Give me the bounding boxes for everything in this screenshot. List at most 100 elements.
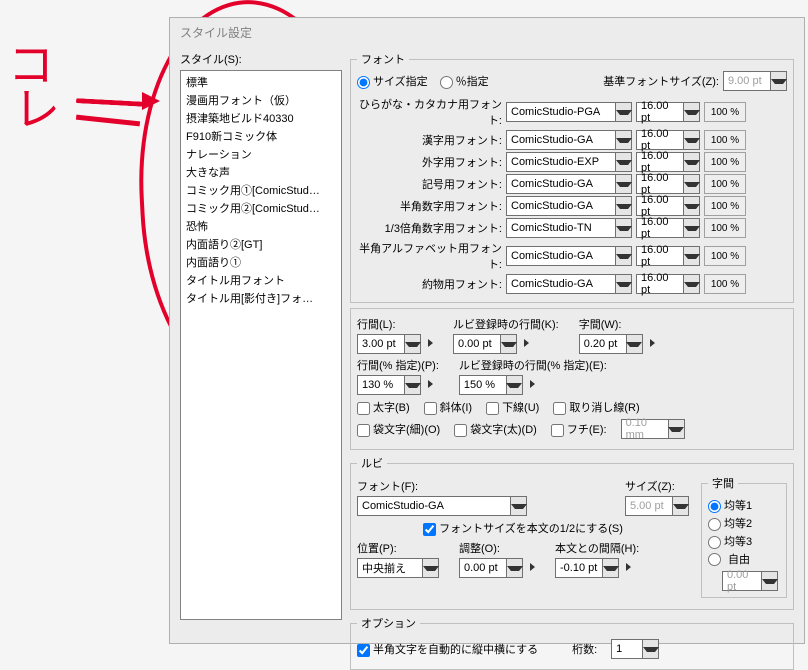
ruby-half-checkbox[interactable]: フォントサイズを本文の1/2にする(S) — [423, 523, 623, 535]
ruby-gap-label: 本文との間隔(H): — [555, 540, 639, 556]
ruby-font-combo[interactable]: ComicStudio-GA — [357, 496, 527, 516]
font-pct-box[interactable]: 100 % — [704, 246, 746, 266]
font-row: 半角アルファベット用フォント:ComicStudio-GA16.00 pt100… — [357, 240, 787, 272]
option-group: オプション 半角文字を自動的に縦中横にする 桁数: 1 — [350, 615, 794, 670]
line-pct-label: 行間(% 指定)(P): — [357, 357, 439, 373]
style-list-item[interactable]: コミック用①[ComicStud… — [183, 181, 339, 199]
ruby-pos-label: 位置(P): — [357, 540, 439, 556]
ruby-jikan-group: 字間 均等1 均等2 均等3 自由 0.00 pt — [701, 475, 787, 598]
digits-combo[interactable]: 1 — [611, 639, 659, 659]
font-row-label: 半角数字用フォント: — [357, 198, 502, 214]
style-list-item[interactable]: 漫画用フォント（仮） — [183, 91, 339, 109]
font-name-combo[interactable]: ComicStudio-GA — [506, 246, 632, 266]
font-row-label: 漢字用フォント: — [357, 132, 502, 148]
radio-kintou2[interactable]: 均等2 — [708, 515, 780, 531]
font-row: 約物用フォント:ComicStudio-GA16.00 pt100 % — [357, 274, 787, 294]
style-list-item[interactable]: 内面語り②[GT] — [183, 235, 339, 253]
base-font-label: 基準フォントサイズ(Z): — [603, 73, 719, 89]
annotation-arrow-head — [142, 92, 160, 110]
font-name-combo[interactable]: ComicStudio-GA — [506, 196, 632, 216]
font-pct-box[interactable]: 100 % — [704, 152, 746, 172]
style-list-item[interactable]: 摂津築地ビルド40330 — [183, 109, 339, 127]
style-list-item[interactable]: タイトル用フォント — [183, 271, 339, 289]
font-group-legend: フォント — [357, 51, 409, 67]
ruby-pos-combo[interactable]: 中央揃え — [357, 558, 439, 578]
char-spacing-label: 字間(W): — [579, 316, 655, 332]
font-row-label: 約物用フォント: — [357, 276, 502, 292]
font-size-combo[interactable]: 16.00 pt — [636, 152, 700, 172]
font-row: 1/3倍角数字用フォント:ComicStudio-TN16.00 pt100 % — [357, 218, 787, 238]
line-pct-combo[interactable]: 130 % — [357, 375, 421, 395]
radio-kintou1[interactable]: 均等1 — [708, 497, 780, 513]
bagthick-checkbox[interactable]: 袋文字(太)(D) — [454, 421, 537, 437]
ruby-adj-combo[interactable]: 0.00 pt — [459, 558, 523, 578]
style-list-item[interactable]: タイトル用[影付き]フォ… — [183, 289, 339, 307]
edge-checkbox[interactable]: フチ(E): — [551, 421, 607, 437]
font-pct-box[interactable]: 100 % — [704, 274, 746, 294]
ruby-line-label: ルビ登録時の行間(K): — [453, 316, 559, 332]
ruby-size-combo[interactable]: 5.00 pt — [625, 496, 689, 516]
font-size-combo[interactable]: 16.00 pt — [636, 196, 700, 216]
font-name-combo[interactable]: ComicStudio-PGA — [506, 102, 632, 122]
style-list-item[interactable]: 標準 — [183, 73, 339, 91]
style-list-item[interactable]: 大きな声 — [183, 163, 339, 181]
line-spacing-combo[interactable]: 3.00 pt — [357, 334, 421, 354]
font-pct-box[interactable]: 100 % — [704, 102, 746, 122]
ruby-pct-combo[interactable]: 150 % — [459, 375, 523, 395]
font-size-combo[interactable]: 16.00 pt — [636, 218, 700, 238]
annotation-arrow — [76, 115, 140, 127]
styles-listbox[interactable]: 標準漫画用フォント（仮）摂津築地ビルド40330F910新コミック体ナレーション… — [180, 70, 342, 620]
style-list-item[interactable]: ナレーション — [183, 145, 339, 163]
font-row-label: 半角アルファベット用フォント: — [357, 240, 502, 272]
annotation-text: コレ — [8, 44, 60, 131]
font-row: ひらがな・カタカナ用フォント:ComicStudio-PGA16.00 pt10… — [357, 96, 787, 128]
ruby-line-combo[interactable]: 0.00 pt — [453, 334, 517, 354]
annotation-arrow — [76, 98, 146, 107]
font-pct-box[interactable]: 100 % — [704, 174, 746, 194]
font-size-combo[interactable]: 16.00 pt — [636, 102, 700, 122]
font-name-combo[interactable]: ComicStudio-TN — [506, 218, 632, 238]
radio-kintou3[interactable]: 均等3 — [708, 533, 780, 549]
ruby-free-combo[interactable]: 0.00 pt — [722, 571, 778, 591]
font-name-combo[interactable]: ComicStudio-GA — [506, 174, 632, 194]
font-size-combo[interactable]: 16.00 pt — [636, 174, 700, 194]
font-name-combo[interactable]: ComicStudio-EXP — [506, 152, 632, 172]
font-group: フォント サイズ指定 ％指定 基準フォントサイズ(Z): 9.00 pt ひらが… — [350, 51, 794, 303]
font-row: 記号用フォント:ComicStudio-GA16.00 pt100 % — [357, 174, 787, 194]
base-font-size-combo[interactable]: 9.00 pt — [723, 71, 787, 91]
bold-checkbox[interactable]: 太字(B) — [357, 399, 410, 415]
bagthin-checkbox[interactable]: 袋文字(細)(O) — [357, 421, 440, 437]
edge-value-combo[interactable]: 0.10 mm — [621, 419, 685, 439]
strike-checkbox[interactable]: 取り消し線(R) — [553, 399, 639, 415]
font-size-combo[interactable]: 16.00 pt — [636, 246, 700, 266]
font-pct-box[interactable]: 100 % — [704, 130, 746, 150]
ruby-adj-label: 調整(O): — [459, 540, 535, 556]
radio-percent[interactable]: ％指定 — [440, 73, 489, 89]
italic-checkbox[interactable]: 斜体(I) — [424, 399, 472, 415]
style-list-item[interactable]: F910新コミック体 — [183, 127, 339, 145]
ruby-gap-combo[interactable]: -0.10 pt — [555, 558, 619, 578]
char-spacing-combo[interactable]: 0.20 pt — [579, 334, 643, 354]
radio-free[interactable]: 自由 — [708, 551, 780, 567]
digits-label: 桁数: — [572, 641, 597, 657]
window-title: スタイル設定 — [170, 18, 804, 47]
style-list-item[interactable]: 恐怖 — [183, 217, 339, 235]
ruby-jikan-legend: 字間 — [708, 475, 738, 491]
font-size-combo[interactable]: 16.00 pt — [636, 130, 700, 150]
line-spacing-label: 行間(L): — [357, 316, 433, 332]
font-pct-box[interactable]: 100 % — [704, 196, 746, 216]
style-list-item[interactable]: コミック用②[ComicStud… — [183, 199, 339, 217]
font-pct-box[interactable]: 100 % — [704, 218, 746, 238]
ruby-group: ルビ フォント(F): ComicStudio-GA サイズ(Z): 5.00 … — [350, 455, 794, 610]
radio-size[interactable]: サイズ指定 — [357, 73, 428, 89]
auto-tcy-checkbox[interactable]: 半角文字を自動的に縦中横にする — [357, 641, 538, 657]
ruby-font-label: フォント(F): — [357, 478, 605, 494]
underline-checkbox[interactable]: 下線(U) — [486, 399, 539, 415]
font-name-combo[interactable]: ComicStudio-GA — [506, 130, 632, 150]
option-legend: オプション — [357, 615, 420, 631]
font-size-combo[interactable]: 16.00 pt — [636, 274, 700, 294]
font-row: 漢字用フォント:ComicStudio-GA16.00 pt100 % — [357, 130, 787, 150]
font-name-combo[interactable]: ComicStudio-GA — [506, 274, 632, 294]
ruby-size-label: サイズ(Z): — [625, 478, 689, 494]
style-list-item[interactable]: 内面語り① — [183, 253, 339, 271]
